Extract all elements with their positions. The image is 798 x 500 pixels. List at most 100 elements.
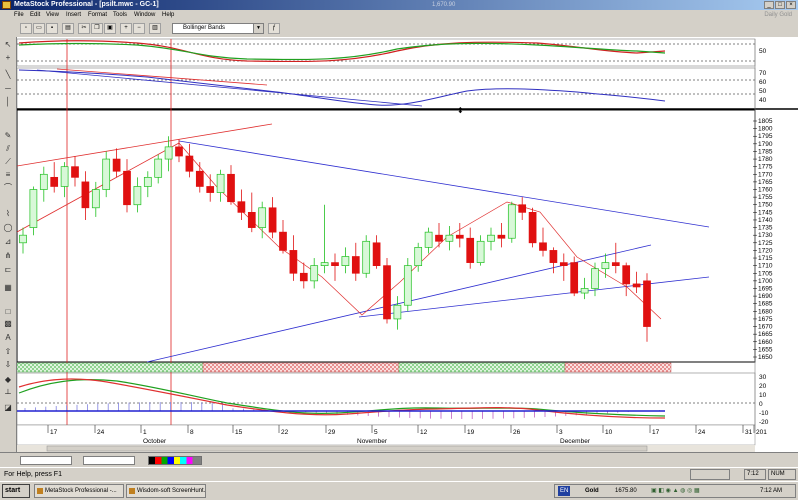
price-tick-label: 1670 bbox=[758, 324, 773, 331]
fibonacci-icon[interactable]: ≡ bbox=[3, 170, 13, 180]
price-tick-label: 1790 bbox=[758, 141, 773, 148]
pencil-icon[interactable]: ✎ bbox=[3, 131, 13, 141]
status-time: 7:12 bbox=[744, 469, 766, 480]
price-tick-label: 1760 bbox=[758, 187, 773, 194]
date-tick-label: 22 bbox=[281, 429, 289, 436]
chevron-down-icon[interactable]: ▼ bbox=[253, 24, 263, 33]
maximize-button[interactable]: □ bbox=[775, 1, 785, 9]
candle bbox=[507, 201, 516, 243]
zoom-in-icon[interactable]: + bbox=[120, 23, 132, 34]
menu-insert[interactable]: Insert bbox=[66, 10, 81, 20]
date-tick-label: 8 bbox=[190, 429, 194, 436]
menu-format[interactable]: Format bbox=[88, 10, 107, 20]
channel-icon[interactable]: ⫽ bbox=[3, 144, 13, 154]
oscillator-2-axis: 70 60 50 40 bbox=[759, 70, 767, 104]
date-tick-label: 24 bbox=[698, 429, 706, 436]
price-tick-label: 1700 bbox=[758, 278, 773, 285]
open-icon[interactable]: ▭ bbox=[33, 23, 45, 34]
sell-arrow-icon[interactable]: ⇩ bbox=[3, 360, 13, 370]
vertical-line-icon[interactable]: │ bbox=[3, 97, 13, 107]
raff-icon[interactable]: ⊏ bbox=[3, 265, 13, 275]
ruler-icon[interactable]: ┴ bbox=[3, 389, 13, 399]
price-tick-label: 1680 bbox=[758, 308, 773, 315]
macd-tick-label: 10 bbox=[759, 392, 767, 399]
price-tick-label: 1755 bbox=[758, 194, 773, 201]
cut-icon[interactable]: ✂ bbox=[78, 23, 90, 34]
system-tray: EN Gold 1675.80 ▣ ◧ ◉ ▲ ◍ ◎ ▦ 7:12 AM bbox=[554, 484, 796, 498]
pointer-icon[interactable]: ↖ bbox=[3, 40, 13, 50]
price-tick-label: 1660 bbox=[758, 339, 773, 346]
month-label: December bbox=[560, 438, 591, 445]
macd-tick-label: 0 bbox=[759, 401, 763, 408]
minimize-button[interactable]: _ bbox=[764, 1, 774, 9]
menu-file[interactable]: File bbox=[14, 10, 24, 20]
ellipse-icon[interactable]: ◯ bbox=[3, 223, 13, 233]
grid-icon[interactable]: ▦ bbox=[3, 283, 13, 293]
price-tick-label: 1740 bbox=[758, 217, 773, 224]
menu-help[interactable]: Help bbox=[162, 10, 174, 20]
candle bbox=[383, 258, 391, 324]
macd-tick-label: 30 bbox=[759, 374, 767, 381]
save-icon[interactable]: ▪ bbox=[46, 23, 58, 34]
price-tick-label: 1750 bbox=[758, 202, 773, 209]
scrollbar-thumb[interactable] bbox=[46, 445, 648, 452]
price-tick-label: 1695 bbox=[758, 285, 773, 292]
paste-icon[interactable]: ▣ bbox=[104, 23, 116, 34]
cycle-icon[interactable]: ⌇ bbox=[3, 209, 13, 219]
price-tick-label: 1775 bbox=[758, 164, 773, 171]
price-tick-label: 1745 bbox=[758, 209, 773, 216]
menu-view[interactable]: View bbox=[46, 10, 59, 20]
color-palette[interactable] bbox=[148, 456, 202, 465]
axis-tick-label: 50 bbox=[759, 48, 767, 55]
price-tick-label: 1685 bbox=[758, 301, 773, 308]
resize-handle-icon[interactable]: ⬍ bbox=[457, 106, 464, 115]
zoom-out-icon[interactable]: − bbox=[133, 23, 145, 34]
date-tick-label: 12 bbox=[420, 429, 428, 436]
crosshair-icon[interactable]: + bbox=[3, 53, 13, 63]
indicator-select[interactable]: Bollinger Bands ▼ bbox=[172, 23, 264, 34]
square-icon[interactable]: □ bbox=[3, 307, 13, 317]
indicator-builder-icon[interactable]: ƒ bbox=[268, 23, 280, 34]
menu-edit[interactable]: Edit bbox=[30, 10, 40, 20]
text-icon[interactable]: A bbox=[3, 333, 13, 343]
menu-window[interactable]: Window bbox=[134, 10, 155, 20]
menu-tools[interactable]: Tools bbox=[113, 10, 127, 20]
copy-icon[interactable]: ❐ bbox=[91, 23, 103, 34]
table-icon[interactable]: ▩ bbox=[3, 319, 13, 329]
trendline-icon[interactable]: ╲ bbox=[3, 70, 13, 80]
arc-icon[interactable]: ⌒ bbox=[3, 183, 13, 193]
start-button[interactable]: start bbox=[2, 484, 30, 498]
tray-icons[interactable]: ▣ ◧ ◉ ▲ ◍ ◎ ▦ bbox=[651, 485, 700, 497]
buy-arrow-icon[interactable]: ⇧ bbox=[3, 347, 13, 357]
task-screenhunter[interactable]: Wisdom-soft ScreenHunt... bbox=[126, 484, 206, 498]
horizontal-line-icon[interactable]: ─ bbox=[3, 84, 13, 94]
chart-canvas[interactable]: 50 70605040 1805180017951790178517801775… bbox=[16, 37, 798, 452]
price-tick-label: 1800 bbox=[758, 126, 773, 133]
close-button[interactable]: × bbox=[786, 1, 796, 9]
macd-tick-label: 20 bbox=[759, 383, 767, 390]
date-tick-label: 10 bbox=[605, 429, 613, 436]
task-metastock[interactable]: MetaStock Professional -... bbox=[34, 484, 124, 498]
gann-icon[interactable]: ⊿ bbox=[3, 237, 13, 247]
macd-axis: 30 20 10 0 -10 -20 bbox=[759, 374, 769, 426]
status-bar: For Help, press F1 7:12 NUM bbox=[0, 467, 798, 482]
app-icon[interactable] bbox=[2, 1, 11, 9]
price-tick-label: 1705 bbox=[758, 270, 773, 277]
symbol-icon[interactable]: ◆ bbox=[3, 375, 13, 385]
chart-window[interactable]: 50 70 60 50 40 1805 1800 1795 1790 1785 1780 1775… bbox=[16, 37, 798, 452]
andrews-icon[interactable]: ⋔ bbox=[3, 251, 13, 261]
chart-type-icon[interactable]: ▥ bbox=[149, 23, 161, 34]
new-icon[interactable]: ▫ bbox=[20, 23, 32, 34]
line-style-select[interactable] bbox=[20, 456, 72, 465]
status-num: NUM bbox=[768, 469, 796, 480]
price-tick-label: 1735 bbox=[758, 225, 773, 232]
print-icon[interactable]: ▤ bbox=[62, 23, 74, 34]
date-tick-label: 29 bbox=[328, 429, 336, 436]
fan-icon[interactable]: ⟋ bbox=[3, 157, 13, 167]
price-tick-label: 1765 bbox=[758, 179, 773, 186]
eraser-icon[interactable]: ◪ bbox=[3, 403, 13, 413]
language-indicator[interactable]: EN bbox=[558, 486, 571, 496]
line-weight-select[interactable] bbox=[83, 456, 135, 465]
date-tick-label: 17 bbox=[50, 429, 58, 436]
ticker-value: 1675.80 bbox=[615, 488, 637, 494]
